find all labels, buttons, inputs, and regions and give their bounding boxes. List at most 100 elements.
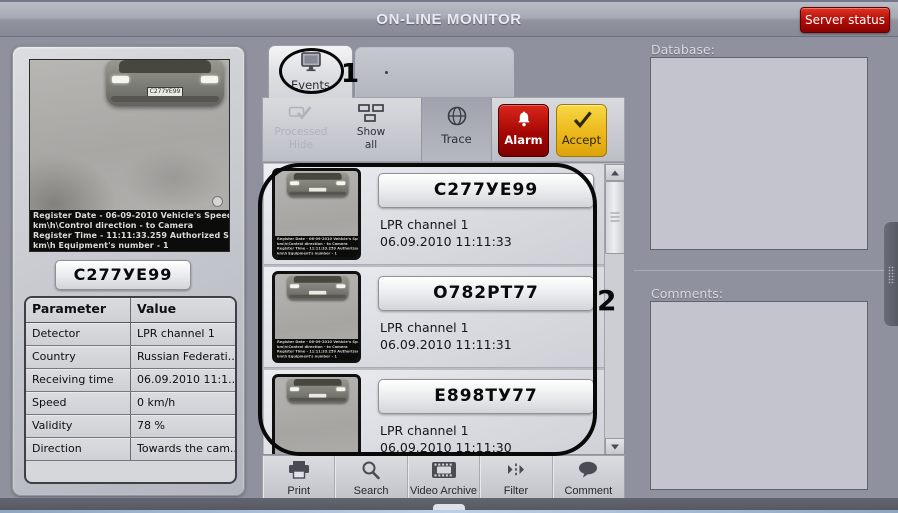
tab-events[interactable]: Events [268,45,353,98]
recognized-plate-number: С277УЕ99 [55,260,191,290]
globe-icon [446,106,468,131]
database-list-box[interactable] [650,57,868,250]
show-all-button[interactable]: Show all [339,104,403,160]
event-timestamp: 06.09.2010 11:11:31 [380,337,512,352]
video-archive-label: Video Archive [409,485,478,497]
overlay-line: Register Date - 06-09-2010 Vehicle's Spe… [33,211,229,220]
alarm-button[interactable]: Alarm [498,104,549,157]
event-timestamp: 06.09.2010 11:11:30 [380,440,512,455]
event-plate-number: С277УЕ99 [378,173,594,208]
event-thumbnail: Register Date - 06-09-2010 Vehicle's Spe… [272,168,361,260]
column-header-parameter: Parameter [26,298,131,322]
trace-button[interactable]: Trace [421,98,492,161]
panel-collapse-handle[interactable] [884,222,898,326]
event-timestamp: 06.09.2010 11:11:33 [380,234,512,249]
event-thumbnail: Register Date - 06-09-2010 Vehicle's Spe… [272,271,361,363]
value-cell: 0 km/h [137,396,176,409]
events-list: Register Date - 06-09-2010 Vehicle's Spe… [262,162,625,455]
event-channel: LPR channel 1 [380,217,469,232]
online-monitor-window: ON-LINE MONITOR Server status С277УЕ99 R… [0,0,898,513]
filter-label: Filter [503,485,529,497]
tab-events-label: Events [291,78,330,92]
table-row: Speed 0 km/h [26,392,235,415]
tab-secondary[interactable] [355,47,514,98]
scroll-up-button[interactable] [605,164,624,181]
bell-icon [515,111,533,132]
event-plate-number: О782РТ77 [378,276,594,311]
vehicle-photo[interactable]: С277УЕ99 Register Date - 06-09-2010 Vehi… [29,59,230,252]
arrow-up-icon [611,170,619,175]
table-row: Detector LPR channel 1 [26,323,235,346]
accept-label: Accept [561,133,602,147]
bottom-strip [0,498,898,513]
layout-tiles-icon [358,104,384,126]
parameters-table: Parameter Value Detector LPR channel 1 C… [24,296,237,484]
param-cell: Direction [26,438,131,460]
event-channel: LPR channel 1 [380,320,469,335]
events-scrollbar[interactable] [604,164,624,454]
event-row[interactable]: Е898ТУ77 LPR channel 1 06.09.2010 11:11:… [264,370,604,455]
scroll-down-button[interactable] [605,438,624,454]
car-graphic: С277УЕ99 [106,60,224,106]
photo-zoom-icon[interactable] [212,196,223,207]
alarm-label: Alarm [504,133,543,147]
trace-label: Trace [441,132,472,146]
thumbnail-metadata-overlay: Register Date - 06-09-2010 Vehicle's Spe… [275,236,358,257]
car-windshield [118,60,212,73]
film-icon [431,462,457,484]
event-plate-number: Е898ТУ77 [378,379,594,414]
table-row: Receiving time 06.09.2010 11:1... [26,369,235,392]
value-cell: Towards the cam... [137,442,235,455]
value-cell: Russian Federati... [137,350,235,363]
filter-icon [504,463,528,484]
accept-button[interactable]: Accept [556,104,607,157]
overlay-line: km\h\Control direction - to Camera [33,221,194,230]
car-headlight-left [112,76,129,83]
event-row[interactable]: Register Date - 06-09-2010 Vehicle's Spe… [264,267,604,368]
photo-metadata-overlay: Register Date - 06-09-2010 Vehicle's Spe… [30,210,229,251]
event-channel: LPR channel 1 [380,423,469,438]
tab-dot [385,71,388,74]
overlay-line: km\h Equipment's number - 1 [33,241,169,250]
video-archive-button[interactable]: Video Archive [408,456,481,498]
search-icon [360,461,382,484]
param-cell: Validity [26,415,131,437]
comment-button[interactable]: Comment [553,456,624,498]
window-title: ON-LINE MONITOR [376,11,522,28]
server-status-button[interactable]: Server status [800,7,890,33]
value-cell: 06.09.2010 11:1... [137,373,235,386]
show-all-label-line2: all [364,139,378,151]
filter-button[interactable]: Filter [480,456,553,498]
processed-label-line1: Processed [274,126,328,138]
event-thumbnail [272,374,361,454]
value-cell: 78 % [137,419,165,432]
event-row[interactable]: Register Date - 06-09-2010 Vehicle's Spe… [264,164,604,265]
events-toolbar: Processed Hide Show all Trace Alarm Acce… [262,97,625,162]
comment-label: Comment [564,485,613,497]
thumbnail-metadata-overlay: Register Date - 06-09-2010 Vehicle's Spe… [275,339,358,360]
car-bumper [110,96,220,102]
show-all-label-line1: Show [356,126,386,138]
print-button[interactable]: Print [263,456,336,498]
scrollbar-thumb[interactable] [605,181,624,254]
processed-label-line2: Hide [289,139,313,151]
comments-box[interactable] [650,301,868,490]
search-button[interactable]: Search [335,456,408,498]
table-row: Validity 78 % [26,415,235,438]
actions-toolbar: Print Search Video Archive Filter Commen… [262,455,625,499]
search-label: Search [353,485,389,497]
side-divider [634,270,884,271]
processed-hide-button[interactable]: Processed Hide [269,104,333,160]
param-cell: Detector [26,323,131,345]
processed-check-icon [288,106,314,126]
database-label: Database: [651,42,715,57]
car-headlight-right [201,76,218,83]
comment-bubble-icon [577,461,599,484]
print-label: Print [287,485,311,497]
value-cell: LPR channel 1 [137,327,215,340]
printer-icon [287,461,311,484]
grip-dots-icon [888,266,895,284]
recognized-vehicle-panel: С277УЕ99 Register Date - 06-09-2010 Vehi… [12,46,245,496]
check-icon [570,111,594,133]
table-row: Direction Towards the cam... [26,438,235,461]
